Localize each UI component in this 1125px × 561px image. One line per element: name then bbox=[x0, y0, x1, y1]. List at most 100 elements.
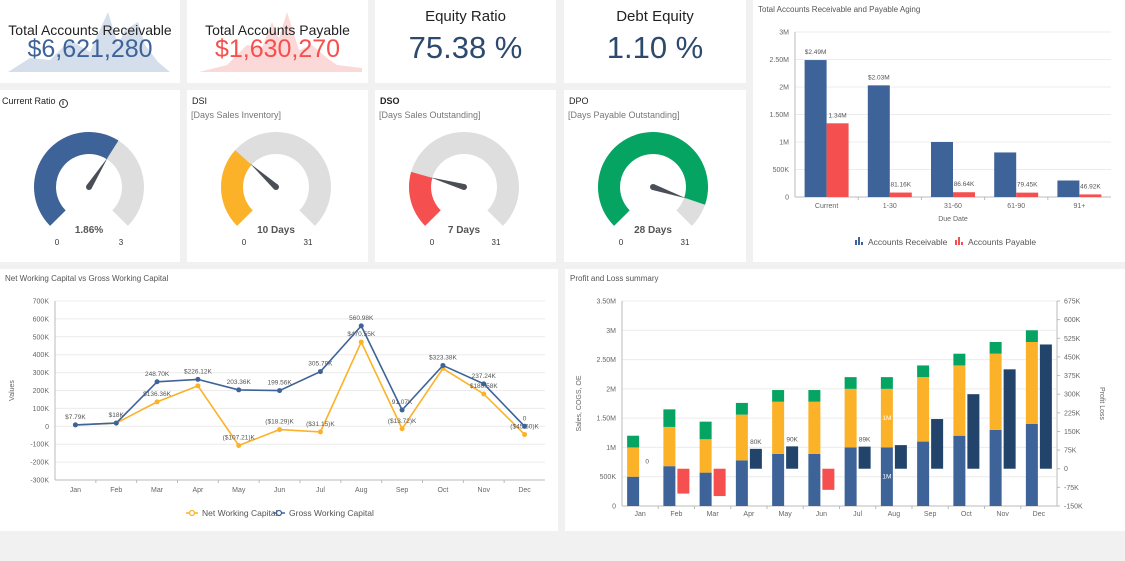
data-label: 560.98K bbox=[349, 315, 374, 322]
data-point bbox=[195, 383, 201, 389]
data-point bbox=[399, 407, 405, 413]
y-tick-label: 3M bbox=[779, 30, 789, 37]
kpi-card-receivable: Total Accounts Receivable $6,621,280 bbox=[0, 0, 180, 83]
legend-bar-icon bbox=[958, 237, 960, 245]
stacked-bar-oe bbox=[663, 409, 676, 427]
stacked-bar-sales bbox=[808, 453, 821, 506]
gauge-value-label: 7 Days bbox=[448, 225, 481, 236]
y2-tick-label: -150K bbox=[1064, 504, 1083, 511]
stacked-bar-oe bbox=[953, 353, 966, 366]
y2-tick-label: 150K bbox=[1064, 429, 1081, 436]
stacked-bar-sales bbox=[917, 441, 930, 506]
x-tick-label: Oct bbox=[961, 511, 972, 518]
stacked-bar-sales bbox=[772, 453, 785, 506]
x-tick-label: Aug bbox=[355, 487, 368, 494]
data-label: $7.79K bbox=[65, 414, 86, 421]
data-label: 89K bbox=[859, 437, 871, 444]
data-point bbox=[154, 379, 160, 385]
legend-label: Gross Working Capital bbox=[289, 508, 374, 518]
y-axis-title: Values bbox=[9, 380, 16, 401]
y2-tick-label: 75K bbox=[1064, 448, 1077, 455]
x-axis-title: Due Date bbox=[938, 216, 968, 223]
data-label: 86.64K bbox=[954, 181, 975, 188]
data-label: 199.56K bbox=[267, 380, 292, 387]
y-tick-label: 0 bbox=[612, 504, 616, 511]
debt-equity-title: Debt Equity bbox=[616, 8, 694, 25]
y-tick-label: 0 bbox=[785, 195, 789, 202]
data-label: $18K bbox=[109, 412, 125, 419]
y2-tick-label: 450K bbox=[1064, 354, 1081, 361]
gauge-needle-pivot bbox=[273, 184, 279, 190]
x-tick-label: Nov bbox=[996, 511, 1009, 518]
y2-tick-label: 600K bbox=[1064, 317, 1081, 324]
x-tick-label: May bbox=[779, 511, 793, 518]
x-tick-label: Oct bbox=[437, 487, 448, 494]
legend-bar-icon bbox=[855, 240, 857, 245]
y-axis-title: Sales, COGS, OE bbox=[576, 375, 583, 431]
bar-accounts-payable bbox=[1016, 192, 1039, 197]
stacked-bar-oe bbox=[844, 377, 857, 389]
y-tick-label: 2M bbox=[779, 85, 789, 92]
stacked-bar-cogs bbox=[808, 401, 821, 454]
stacked-bar-oe bbox=[627, 435, 640, 448]
data-point bbox=[399, 426, 405, 432]
data-label: 90K bbox=[786, 436, 798, 443]
loss-bar bbox=[677, 468, 690, 494]
gauge-min-label: 0 bbox=[430, 238, 435, 247]
stacked-bar-sales bbox=[989, 429, 1002, 506]
equity-ratio-value: 75.38 % bbox=[408, 30, 523, 65]
stacked-bar-sales bbox=[699, 472, 712, 506]
stacked-bar-sales bbox=[663, 466, 676, 506]
pnl-chart-card: Profit and Loss summary 0 500K 1M 1.50M 2M 2.… bbox=[565, 269, 1125, 531]
current-ratio-gauge: 1.86% 0 3 bbox=[33, 132, 144, 247]
dpo-gauge: 28 Days 0 31 bbox=[598, 132, 708, 247]
y-tick-label: 200K bbox=[33, 388, 50, 395]
x-tick-label: Jul bbox=[316, 487, 325, 494]
data-label: 237.24K bbox=[472, 373, 497, 380]
gauge-value-label: 1.86% bbox=[75, 225, 103, 236]
gauge-needle-pivot bbox=[461, 184, 467, 190]
data-label: ($18.29)K bbox=[265, 419, 294, 426]
data-point bbox=[522, 423, 528, 429]
x-tick-label: Feb bbox=[110, 487, 122, 494]
stacked-bar-oe bbox=[808, 390, 821, 402]
y-tick-label: 1.50M bbox=[770, 112, 790, 119]
gauge-min-label: 0 bbox=[55, 238, 60, 247]
dsi-gauge: 10 Days 0 31 bbox=[221, 132, 331, 247]
data-point bbox=[481, 391, 487, 397]
y2-tick-label: 525K bbox=[1064, 336, 1081, 343]
stacked-bar-cogs bbox=[989, 353, 1002, 430]
data-point bbox=[440, 362, 446, 368]
data-label: ($13.72)K bbox=[388, 418, 417, 425]
data-label: 1M bbox=[882, 474, 891, 481]
chart-title: Profit and Loss summary bbox=[570, 274, 659, 283]
x-tick-label: 31-60 bbox=[944, 203, 962, 210]
data-point bbox=[72, 422, 78, 428]
data-point bbox=[522, 431, 528, 437]
stacked-bar-sales bbox=[953, 435, 966, 506]
gauge-min-label: 0 bbox=[619, 238, 624, 247]
profit-bar bbox=[931, 419, 944, 469]
y-tick-label: 400K bbox=[33, 352, 50, 359]
y2-tick-label: 0 bbox=[1064, 466, 1068, 473]
legend-bar-icon bbox=[955, 240, 957, 245]
x-tick-label: Sep bbox=[924, 511, 937, 518]
stacked-bar-cogs bbox=[735, 414, 748, 461]
data-label: 79.45K bbox=[1017, 182, 1038, 189]
legend-marker-icon bbox=[275, 509, 283, 517]
y2-tick-label: 675K bbox=[1064, 299, 1081, 306]
data-label: 46.92K bbox=[1080, 183, 1101, 190]
y-tick-label: 1.50M bbox=[597, 416, 617, 423]
x-tick-label: Mar bbox=[707, 511, 720, 518]
kpi-card-debt-equity: Debt Equity 1.10 % bbox=[564, 0, 746, 83]
legend-item: Accounts Payable bbox=[955, 237, 1036, 247]
y2-tick-label: 375K bbox=[1064, 373, 1081, 380]
gauge-needle-pivot bbox=[86, 184, 92, 190]
x-tick-label: Jun bbox=[816, 511, 827, 518]
y-tick-label: 500K bbox=[600, 474, 617, 481]
stacked-bar-sales bbox=[1025, 424, 1038, 506]
gauge-card-dpo: DPO [Days Payable Outstanding] 28 Days 0 3… bbox=[564, 90, 746, 262]
loss-bar bbox=[713, 468, 726, 497]
data-label: 0 bbox=[523, 415, 527, 422]
legend-label: Accounts Payable bbox=[968, 237, 1036, 247]
